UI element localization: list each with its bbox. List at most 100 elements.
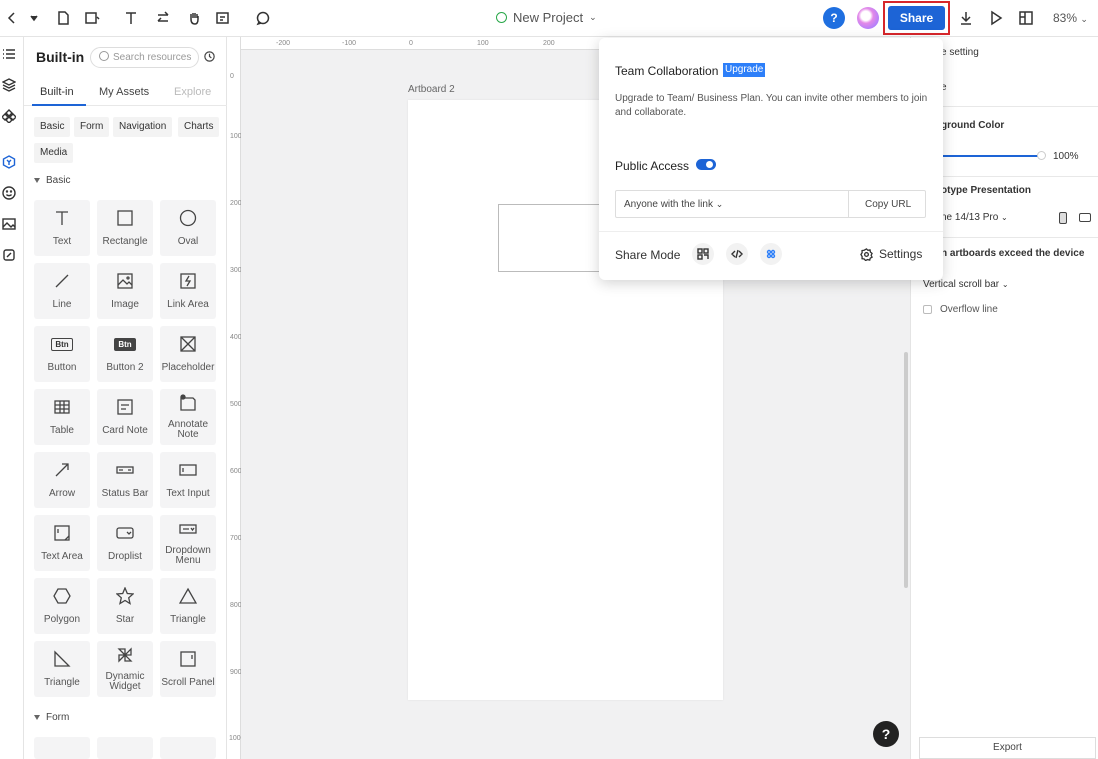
copy-url-button[interactable]: Copy URL (865, 199, 911, 210)
tile-dynamic-widget[interactable]: Dynamic Widget (97, 641, 153, 697)
gear-icon (860, 247, 873, 261)
tile-button-2[interactable]: Btn Button 2 (97, 326, 153, 382)
tile-triangle[interactable]: Triangle (160, 578, 216, 634)
layers-icon[interactable] (1, 78, 20, 96)
artboard-label[interactable]: Artboard 2 (408, 84, 455, 95)
ruler-label: 600 (230, 468, 242, 475)
floating-help-button[interactable]: ? (873, 721, 899, 747)
settings-button[interactable]: Settings (860, 247, 922, 261)
tile-form-3[interactable] (160, 737, 216, 759)
oval-icon (160, 208, 216, 228)
tab-my-assets[interactable]: My Assets (99, 86, 149, 98)
note-tool-icon[interactable] (213, 8, 233, 28)
tile-rectangle[interactable]: Rectangle (97, 200, 153, 256)
outline-icon[interactable] (2, 47, 20, 65)
chip-charts[interactable]: Charts (178, 117, 220, 137)
tile-form-1[interactable] (34, 737, 90, 759)
section-basic[interactable]: Basic (34, 175, 70, 186)
tile-table[interactable]: Table (34, 389, 90, 445)
image-library-icon[interactable] (2, 217, 20, 235)
back-icon[interactable] (2, 8, 22, 28)
active-tab-indicator (32, 104, 86, 106)
tile-scroll-panel[interactable]: Scroll Panel (160, 641, 216, 697)
caret-down-icon (34, 177, 40, 183)
text-icon (34, 208, 90, 228)
prototype-presentation-label: otype Presentation (941, 185, 1032, 196)
tile-line[interactable]: Line (34, 263, 90, 319)
panel-title: Built-in (36, 49, 85, 65)
toggle-knob (706, 161, 713, 168)
tile-polygon[interactable]: Polygon (34, 578, 90, 634)
scroll-option-select[interactable]: Vertical scroll bar ⌄ (923, 279, 1009, 290)
background-color-label: ground Color (941, 120, 1005, 131)
triangle-icon (160, 586, 216, 606)
tile-text-input[interactable]: Text Input (160, 452, 216, 508)
tile-oval[interactable]: Oval (160, 200, 216, 256)
avatar[interactable] (857, 7, 879, 29)
hand-tool-icon[interactable] (184, 8, 204, 28)
share-app-icon[interactable] (760, 243, 782, 265)
section-form[interactable]: Form (34, 712, 69, 723)
download-icon[interactable] (956, 8, 976, 28)
vertical-ruler: 0 100 200 300 400 500 600 700 800 900 10… (227, 37, 245, 759)
tile-right-triangle[interactable]: Triangle (34, 641, 90, 697)
connector-tool-icon[interactable] (153, 8, 173, 28)
upgrade-tag[interactable]: Upgrade (723, 63, 766, 77)
built-in-icon[interactable] (2, 155, 20, 173)
search-input[interactable]: Search resources (90, 47, 199, 68)
overflow-line-checkbox[interactable] (923, 305, 932, 314)
opacity-slider-knob[interactable] (1037, 151, 1046, 160)
chip-form[interactable]: Form (74, 117, 110, 137)
search-icon (99, 51, 109, 61)
chip-basic[interactable]: Basic (34, 117, 71, 137)
rectangle-shape[interactable] (498, 204, 608, 272)
canvas-scrollbar[interactable] (904, 352, 908, 588)
chip-media[interactable]: Media (34, 143, 74, 163)
components-icon[interactable] (1, 109, 20, 127)
zoom-level[interactable]: 83% ⌄ (1053, 11, 1088, 25)
ruler-label: 500 (230, 401, 242, 408)
droplist-icon (97, 523, 153, 543)
tile-status-bar[interactable]: Status Bar (97, 452, 153, 508)
tile-button[interactable]: Btn Button (34, 326, 90, 382)
chip-navigation[interactable]: Navigation (113, 117, 173, 137)
tab-explore[interactable]: Explore (174, 86, 211, 98)
tile-image[interactable]: Image (97, 263, 153, 319)
opacity-slider-track[interactable] (931, 155, 1041, 157)
layout-icon[interactable] (1016, 8, 1036, 28)
link-permission-select[interactable]: Anyone with the link ⌄ (624, 199, 723, 210)
tile-droplist[interactable]: Droplist (97, 515, 153, 571)
tile-arrow[interactable]: Arrow (34, 452, 90, 508)
tile-text-area[interactable]: Text Area (34, 515, 90, 571)
export-button[interactable]: Export (919, 737, 1096, 759)
portrait-icon[interactable] (1059, 212, 1067, 224)
share-button[interactable]: Share (888, 6, 945, 30)
device-select[interactable]: ne 14/13 Pro ⌄ (941, 212, 1008, 223)
tile-dropdown-menu[interactable]: Dropdown Menu (160, 515, 216, 571)
tile-text[interactable]: Text (34, 200, 90, 256)
qr-code-icon[interactable] (692, 243, 714, 265)
plugin-icon[interactable] (2, 248, 20, 266)
text-tool-icon[interactable] (121, 8, 141, 28)
tile-star[interactable]: Star (97, 578, 153, 634)
emoji-icon[interactable] (2, 186, 20, 204)
tile-card-note[interactable]: Card Note (97, 389, 153, 445)
page-icon[interactable] (53, 8, 73, 28)
embed-code-icon[interactable] (726, 243, 748, 265)
tab-built-in[interactable]: Built-in (40, 86, 74, 98)
tile-form-2[interactable] (97, 737, 153, 759)
comment-icon[interactable] (253, 8, 273, 28)
help-button[interactable]: ? (823, 7, 845, 29)
play-icon[interactable] (986, 8, 1006, 28)
public-access-toggle[interactable] (696, 159, 716, 170)
tile-annotate-note[interactable]: Annotate Note (160, 389, 216, 445)
card-note-icon (97, 397, 153, 417)
tile-link-area[interactable]: Link Area (160, 263, 216, 319)
shape-tool-icon[interactable] (82, 8, 102, 28)
menu-dropdown-icon[interactable] (24, 8, 44, 28)
tile-placeholder[interactable]: Placeholder (160, 326, 216, 382)
opacity-value[interactable]: 100% (1053, 151, 1079, 162)
landscape-icon[interactable] (1079, 213, 1091, 222)
history-icon[interactable] (203, 50, 217, 64)
project-title[interactable]: New Project ⌄ (496, 10, 597, 25)
